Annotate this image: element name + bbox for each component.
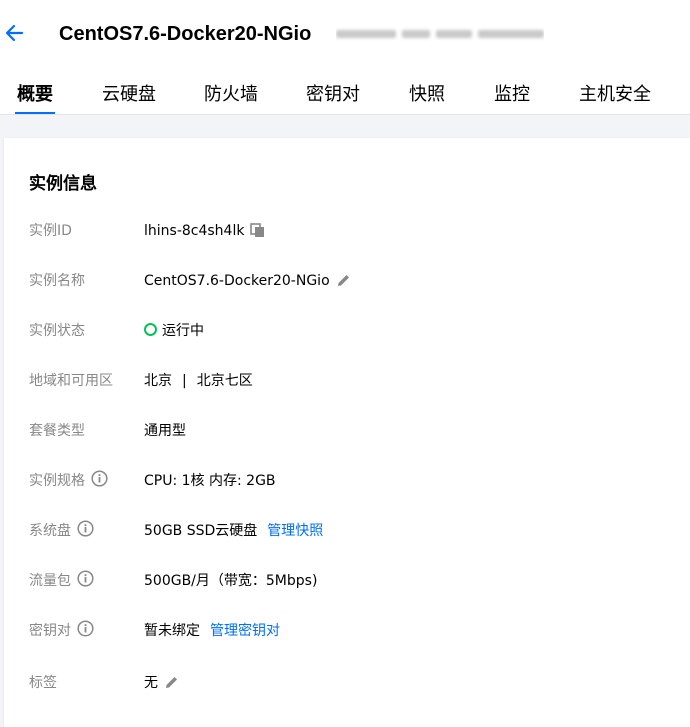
tab-host-security[interactable]: 主机安全 (579, 78, 651, 114)
running-status-icon (144, 323, 157, 336)
tab-overview[interactable]: 概要 (15, 78, 55, 114)
instance-id-value-wrap: lhins-8c4sh4lk (144, 219, 265, 246)
traffic-label: 流量包 (29, 573, 71, 589)
key-pair-label-wrap: 密钥对 (29, 619, 94, 643)
row-bundle-type: 套餐类型 通用型 (4, 419, 690, 443)
manage-key-pair-link[interactable]: 管理密钥对 (210, 623, 280, 639)
key-pair-label: 密钥对 (29, 623, 71, 639)
instance-name-value-wrap: CentOS7.6-Docker20-NGio (144, 269, 351, 296)
traffic-label-wrap: 流量包 (29, 569, 94, 593)
system-disk-label-wrap: 系统盘 (29, 519, 94, 543)
instance-id-value: lhins-8c4sh4lk (144, 223, 245, 239)
info-icon[interactable] (77, 520, 94, 537)
row-tags: 标签 无 (4, 671, 690, 695)
row-instance-name: 实例名称 CentOS7.6-Docker20-NGio (4, 269, 690, 293)
row-instance-spec: 实例规格 CPU: 1核 内存: 2GB (4, 469, 690, 493)
tab-cloud-disk[interactable]: 云硬盘 (102, 78, 156, 114)
redacted-ip-text (336, 25, 544, 43)
region-value-wrap: 北京 | 北京七区 (144, 369, 253, 393)
row-key-pair: 密钥对 暂未绑定 管理密钥对 (4, 619, 690, 643)
back-arrow-icon[interactable] (4, 22, 26, 44)
instance-spec-value: CPU: 1核 内存: 2GB (144, 473, 276, 489)
tags-value-wrap: 无 (144, 671, 179, 698)
edit-pencil-icon[interactable] (336, 272, 351, 296)
tab-key-pair[interactable]: 密钥对 (306, 78, 360, 114)
key-pair-value-wrap: 暂未绑定 管理密钥对 (144, 619, 280, 643)
instance-name-label: 实例名称 (29, 273, 85, 289)
tab-firewall[interactable]: 防火墙 (204, 78, 258, 114)
info-icon[interactable] (77, 570, 94, 587)
key-pair-value: 暂未绑定 (144, 623, 200, 639)
region-value: 北京 (144, 373, 172, 389)
tab-bar: 概要 云硬盘 防火墙 密钥对 快照 监控 主机安全 (0, 78, 690, 114)
page-title: CentOS7.6-Docker20-NGio (59, 23, 312, 45)
region-separator: | (182, 373, 187, 389)
zone-value: 北京七区 (196, 373, 253, 389)
instance-spec-label-wrap: 实例规格 (29, 469, 108, 493)
page-header: CentOS7.6-Docker20-NGio 概要 云硬盘 防火墙 密钥对 快… (0, 0, 690, 115)
instance-spec-label: 实例规格 (29, 473, 85, 489)
instance-status-label: 实例状态 (29, 323, 85, 339)
system-disk-value-wrap: 50GB SSD云硬盘 管理快照 (144, 519, 323, 543)
instance-id-label: 实例ID (29, 223, 72, 239)
region-label: 地域和可用区 (29, 373, 113, 389)
section-title: 实例信息 (29, 174, 97, 194)
copy-icon[interactable] (250, 222, 265, 246)
edit-pencil-icon[interactable] (164, 674, 179, 698)
row-instance-status: 实例状态 运行中 (4, 319, 690, 343)
info-icon[interactable] (91, 470, 108, 487)
tab-snapshot[interactable]: 快照 (409, 78, 445, 114)
tags-label: 标签 (29, 675, 57, 691)
instance-name-value: CentOS7.6-Docker20-NGio (144, 273, 330, 289)
bundle-type-value: 通用型 (144, 423, 186, 439)
bundle-type-label: 套餐类型 (29, 423, 85, 439)
system-disk-value: 50GB SSD云硬盘 (144, 523, 258, 539)
instance-status-value-wrap: 运行中 (144, 319, 204, 343)
row-instance-id: 实例ID lhins-8c4sh4lk (4, 219, 690, 243)
tab-monitoring[interactable]: 监控 (494, 78, 530, 114)
instance-info-card: 实例信息 实例ID lhins-8c4sh4lk 实例名称 CentOS7.6-… (4, 138, 690, 727)
traffic-value: 500GB/月（带宽：5Mbps) (144, 573, 318, 589)
manage-snapshot-link[interactable]: 管理快照 (267, 523, 323, 539)
row-system-disk: 系统盘 50GB SSD云硬盘 管理快照 (4, 519, 690, 543)
instance-status-value: 运行中 (162, 323, 204, 339)
system-disk-label: 系统盘 (29, 523, 71, 539)
row-traffic-package: 流量包 500GB/月（带宽：5Mbps) (4, 569, 690, 593)
row-region: 地域和可用区 北京 | 北京七区 (4, 369, 690, 393)
tags-value: 无 (144, 675, 158, 691)
info-icon[interactable] (77, 620, 94, 637)
